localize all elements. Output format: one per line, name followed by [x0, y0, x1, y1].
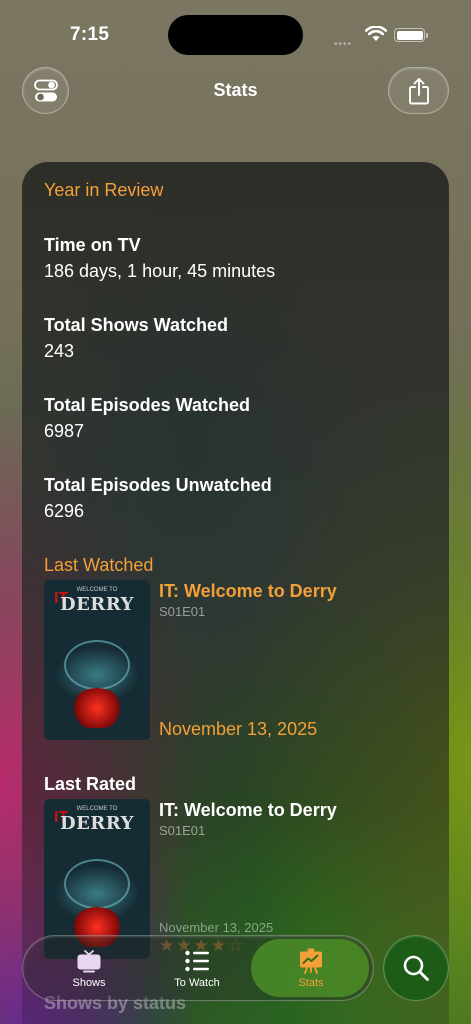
last-watched-episode: S01E01 — [159, 604, 206, 619]
share-icon — [408, 77, 429, 104]
tab-shows[interactable]: Shows — [41, 936, 137, 1000]
time-on-tv-label: Time on TV — [44, 235, 141, 255]
total-episodes-watched-label: Total Episodes Watched — [44, 395, 251, 415]
battery-nub — [426, 33, 428, 38]
year-in-review-header: Year in Review — [44, 180, 164, 200]
battery-icon — [394, 28, 425, 42]
dynamic-island — [168, 15, 303, 55]
tab-stats-label: Stats — [298, 976, 324, 989]
search-icon — [403, 955, 429, 981]
poster-title: DERRY — [59, 813, 135, 834]
last-rated-title[interactable]: IT: Welcome to Derry — [159, 800, 337, 821]
status-time: 7:15 — [70, 24, 110, 45]
tab-to-watch-label: To Watch — [174, 976, 220, 989]
last-rated-episode: S01E01 — [159, 823, 206, 838]
time-on-tv-value: 186 days, 1 hour, 45 minutes — [44, 261, 276, 281]
total-episodes-unwatched-value: 6296 — [44, 501, 85, 521]
list-icon — [185, 950, 209, 971]
tab-stats[interactable]: Stats — [263, 936, 359, 1000]
last-watched-header: Last Watched — [44, 555, 154, 575]
tab-to-watch[interactable]: To Watch — [149, 936, 245, 1000]
poster-title: DERRY — [59, 594, 135, 615]
poster-art-red — [72, 688, 122, 728]
total-episodes-unwatched-label: Total Episodes Unwatched — [44, 475, 272, 495]
status-bar: 7:15 •••• — [0, 0, 471, 60]
tab-bar: Shows To Watch Stats — [22, 935, 374, 1001]
poster-art — [64, 640, 130, 690]
search-button[interactable] — [383, 935, 449, 1001]
poster-small-text: WELCOME TO — [76, 587, 118, 593]
tab-shows-label: Shows — [72, 976, 106, 989]
last-rated-header: Last Rated — [44, 774, 137, 794]
poster-art — [64, 859, 130, 909]
chart-icon — [300, 948, 322, 974]
total-shows-watched-value: 243 — [44, 341, 75, 361]
tv-icon — [77, 949, 101, 972]
poster-small-text: WELCOME TO — [76, 806, 118, 812]
cellular-signal-icon: •••• — [334, 39, 353, 50]
wifi-icon — [365, 26, 387, 41]
last-watched-title[interactable]: IT: Welcome to Derry — [159, 581, 337, 602]
share-button[interactable] — [388, 67, 449, 114]
total-episodes-watched-value: 6987 — [44, 421, 85, 441]
last-watched-poster[interactable]: IT WELCOME TO DERRY — [44, 580, 150, 740]
last-watched-date: November 13, 2025 — [159, 719, 318, 739]
total-shows-watched-label: Total Shows Watched — [44, 315, 229, 335]
last-rated-date: November 13, 2025 — [159, 920, 274, 935]
